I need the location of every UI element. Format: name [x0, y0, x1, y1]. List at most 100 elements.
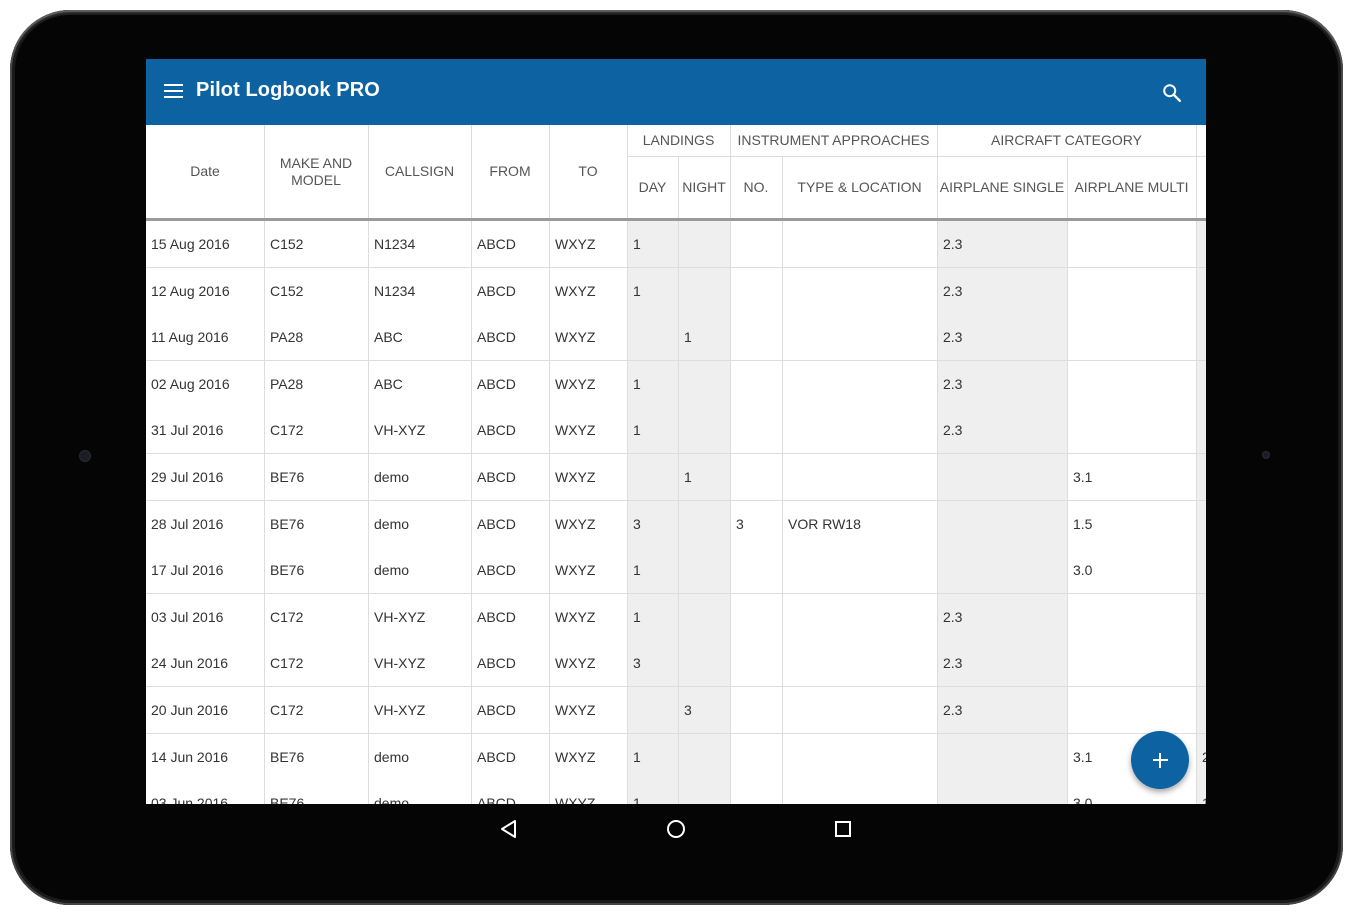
cell-day: 1 [627, 547, 678, 594]
cell-day [627, 454, 678, 500]
cell-model: PA28 [264, 314, 368, 361]
header-to[interactable]: TO [549, 125, 627, 218]
cell-night: 1 [678, 314, 730, 361]
search-icon[interactable] [1161, 82, 1183, 104]
cell-callsign: demo [368, 547, 471, 594]
table-row[interactable]: 14 Jun 2016BE76demoABCDWXYZ13.12 [146, 733, 1206, 781]
cell-date: 17 Jul 2016 [151, 562, 224, 579]
header-date[interactable]: Date [146, 125, 264, 218]
cell-model: C172 [264, 640, 368, 687]
cell-single [937, 454, 1067, 500]
cell-single: 2.3 [937, 267, 1067, 314]
cell-date: 28 Jul 2016 [151, 515, 224, 532]
cell-multi: 3.1 [1067, 454, 1196, 500]
cell-type-loc [782, 407, 937, 454]
cell-to: WXYZ [549, 733, 627, 780]
cell-no [730, 314, 782, 361]
cell-from: ABCD [471, 221, 549, 267]
cell-extra [1196, 500, 1206, 547]
cell-multi [1067, 221, 1196, 267]
header-approach-no[interactable]: NO. [730, 156, 782, 218]
table-row[interactable]: 20 Jun 2016 C172 VH-XYZ ABCD WXYZ 3 2.3 [146, 687, 1206, 734]
cell-from: ABCD [471, 687, 549, 733]
cell-extra [1196, 407, 1206, 454]
header-airplane-single[interactable]: AIRPLANE SINGLE [937, 156, 1067, 218]
cell-night [678, 500, 730, 547]
table-row[interactable]: 11 Aug 2016 PA28 ABC ABCD WXYZ 1 2.3 [146, 314, 1206, 362]
cell-day: 1 [627, 360, 678, 407]
cell-to: WXYZ [549, 267, 627, 314]
table-row[interactable]: 03 Jul 2016 C172 VH-XYZ ABCD WXYZ 1 2.3 [146, 593, 1206, 641]
cell-date: 20 Jun 2016 [151, 702, 229, 718]
table-row[interactable]: 12 Aug 2016 C152 N1234 ABCD WXYZ 1 2.3 [146, 267, 1206, 315]
cell-to: WXYZ [549, 593, 627, 640]
header-landings-night[interactable]: NIGHT [678, 156, 730, 218]
cell-from: ABCD [471, 547, 549, 594]
cell-type-loc [782, 687, 937, 733]
cell-night [678, 780, 730, 804]
cell-callsign: demo [368, 780, 471, 804]
cell-from: ABCD [471, 593, 549, 640]
cell-from: ABCD [471, 360, 549, 407]
cell-single [937, 780, 1067, 804]
cell-to: WXYZ [549, 547, 627, 594]
table-row[interactable]: 02 Aug 2016 PA28 ABC ABCD WXYZ 1 2.3 [146, 360, 1206, 408]
header-make-model[interactable]: MAKE AND MODEL [264, 125, 368, 218]
cell-multi [1067, 640, 1196, 687]
cell-type-loc [782, 640, 937, 687]
cell-night [678, 221, 730, 267]
cell-no [730, 221, 782, 267]
header-type-location[interactable]: TYPE & LOCATION [782, 156, 937, 218]
cell-night: 3 [678, 687, 730, 733]
square-recents-icon[interactable] [830, 816, 856, 842]
cell-no [730, 407, 782, 454]
cell-model: C152 [264, 267, 368, 314]
header-callsign[interactable]: CALLSIGN [368, 125, 471, 218]
table-row[interactable]: 03 Jun 2016BE76demoABCDWXYZ13.01 [146, 780, 1206, 804]
cell-extra [1196, 267, 1206, 314]
table-row[interactable]: 31 Jul 2016 C172 VH-XYZ ABCD WXYZ 1 2.3 [146, 407, 1206, 455]
cell-callsign: demo [368, 454, 471, 500]
cell-day: 1 [627, 733, 678, 780]
cell-model: C172 [264, 687, 368, 733]
cell-multi [1067, 267, 1196, 314]
cell-single: 2.3 [937, 640, 1067, 687]
cell-multi [1067, 360, 1196, 407]
cell-date: 29 Jul 2016 [151, 469, 224, 485]
cell-callsign: N1234 [368, 221, 471, 267]
cell-extra [1196, 314, 1206, 361]
cell-extra: 2 [1196, 733, 1206, 780]
table-row[interactable]: 29 Jul 2016 BE76 demo ABCD WXYZ 1 3.1 [146, 454, 1206, 501]
cell-extra [1196, 454, 1206, 500]
header-from[interactable]: FROM [471, 125, 549, 218]
header-airplane-multi[interactable]: AIRPLANE MULTI [1067, 156, 1196, 218]
cell-night [678, 360, 730, 407]
cell-no [730, 640, 782, 687]
table-row[interactable]: 28 Jul 2016 BE76 demo ABCD WXYZ 3 3 VOR RW18 1.5 [146, 500, 1206, 548]
table-row[interactable]: 15 Aug 2016 C152 N1234 ABCD WXYZ 1 2.3 [146, 221, 1206, 268]
cell-day: 1 [627, 593, 678, 640]
cell-callsign: VH-XYZ [368, 593, 471, 640]
table-row[interactable]: 17 Jul 2016 BE76 demo ABCD WXYZ 1 3.0 [146, 547, 1206, 595]
cell-multi [1067, 314, 1196, 361]
app-title: Pilot Logbook PRO [196, 79, 380, 101]
cell-callsign: VH-XYZ [368, 407, 471, 454]
cell-no [730, 733, 782, 780]
app-bar: Pilot Logbook PRO [146, 59, 1206, 125]
triangle-back-icon[interactable] [496, 816, 522, 842]
table-row[interactable]: 24 Jun 2016 C172 VH-XYZ ABCD WXYZ 3 2.3 [146, 640, 1206, 688]
cell-no [730, 267, 782, 314]
cell-type-loc [782, 733, 937, 780]
cell-callsign: ABC [368, 314, 471, 361]
circle-home-icon[interactable] [663, 816, 689, 842]
header-landings-day[interactable]: DAY [627, 156, 678, 218]
cell-extra [1196, 687, 1206, 733]
add-entry-button[interactable] [1131, 731, 1189, 789]
cell-night [678, 407, 730, 454]
logbook-table-body: 15 Aug 2016 C152 N1234 ABCD WXYZ 1 2.3 12 Aug 2… [146, 221, 1206, 804]
cell-single [937, 547, 1067, 594]
cell-no [730, 360, 782, 407]
cell-from: ABCD [471, 780, 549, 804]
hamburger-menu-icon[interactable] [164, 84, 184, 100]
cell-multi [1067, 687, 1196, 733]
